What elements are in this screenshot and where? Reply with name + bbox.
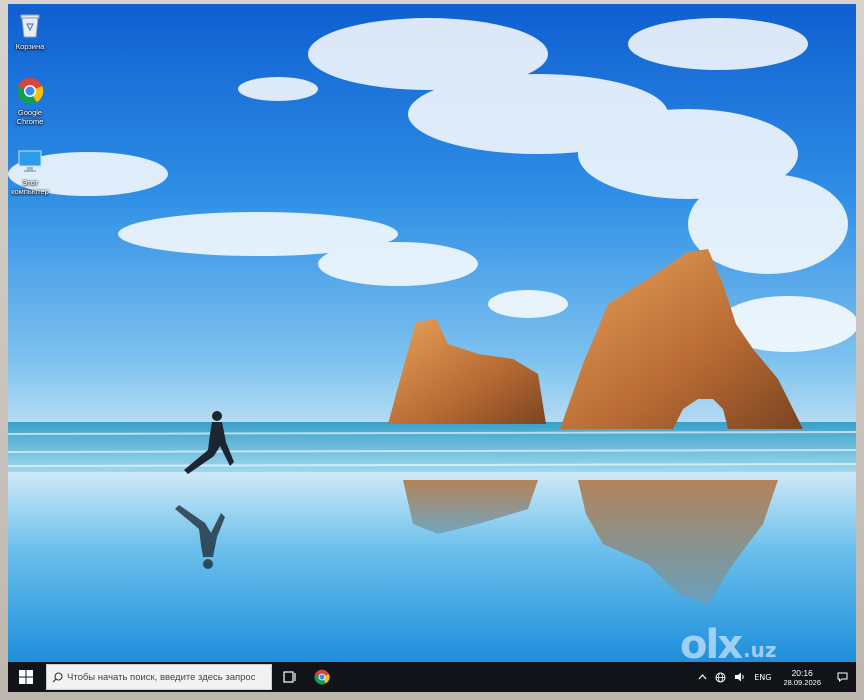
desktop-wallpaper <box>8 4 856 662</box>
notification-icon <box>837 672 848 682</box>
desktop-icon-label: Google Chrome <box>16 108 44 126</box>
notification-center-button[interactable] <box>829 662 856 692</box>
desktop-icon-recycle-bin[interactable]: Корзина <box>8 10 52 51</box>
task-view-button[interactable] <box>274 662 306 692</box>
desktop-icon-label: Корзина <box>15 42 45 51</box>
language-indicator[interactable]: ENG <box>750 662 775 692</box>
search-placeholder: Чтобы начать поиск, введите здесь запрос <box>67 671 256 683</box>
this-pc-icon <box>15 146 45 176</box>
chevron-up-icon <box>698 674 707 680</box>
task-view-icon <box>283 671 296 683</box>
monitor-bezel: Корзина Google Chrome Этот компьютер olx… <box>0 0 864 700</box>
volume-button[interactable] <box>730 662 750 692</box>
recycle-bin-icon <box>15 10 45 40</box>
network-button[interactable] <box>711 662 730 692</box>
desktop-icon-label: Этот компьютер <box>11 178 49 196</box>
chrome-icon <box>15 76 45 106</box>
desktop-icon-chrome[interactable]: Google Chrome <box>8 76 52 126</box>
system-tray: ENG 20:16 28.09.2026 <box>694 662 856 692</box>
taskbar: Чтобы начать поиск, введите здесь запрос <box>8 662 856 692</box>
taskbar-search-box[interactable]: Чтобы начать поиск, введите здесь запрос <box>46 664 272 690</box>
windows-logo-icon <box>19 670 33 684</box>
clock-date: 28.09.2026 <box>783 677 821 687</box>
clock-time: 20:16 <box>791 667 813 678</box>
network-icon <box>715 672 726 682</box>
start-button[interactable] <box>8 662 44 692</box>
watermark-suffix: .uz <box>743 638 777 662</box>
tray-overflow-button[interactable] <box>694 662 711 692</box>
chrome-icon <box>314 669 330 685</box>
search-icon <box>47 664 67 690</box>
desktop-icon-this-pc[interactable]: Этот компьютер <box>8 146 52 196</box>
volume-icon <box>735 672 744 682</box>
taskbar-clock[interactable]: 20:16 28.09.2026 <box>775 668 829 687</box>
taskbar-chrome-button[interactable] <box>306 662 338 692</box>
desktop-screen: Корзина Google Chrome Этот компьютер olx… <box>8 4 856 692</box>
